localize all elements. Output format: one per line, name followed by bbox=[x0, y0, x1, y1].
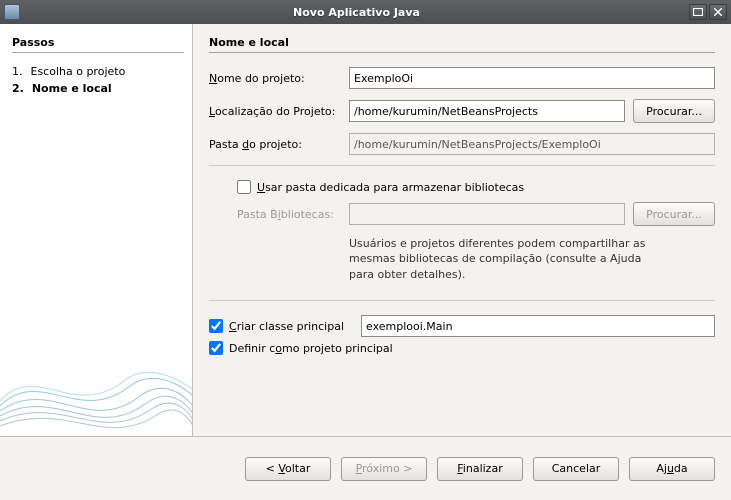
window-title: Novo Aplicativo Java bbox=[26, 6, 687, 19]
project-location-label: Localização do Projeto: bbox=[209, 105, 349, 118]
project-name-label: Nome do projeto: bbox=[209, 72, 349, 85]
close-icon bbox=[714, 8, 722, 16]
finish-button[interactable]: Finalizar bbox=[437, 457, 523, 481]
project-folder-label: Pasta do projeto: bbox=[209, 138, 349, 151]
main-panel: Nome e local Nome do projeto: Localizaçã… bbox=[193, 24, 731, 436]
step-label: Escolha o projeto bbox=[31, 65, 126, 78]
create-main-class-checkbox[interactable] bbox=[209, 319, 223, 333]
maximize-icon bbox=[693, 8, 703, 16]
lib-folder-input bbox=[349, 203, 625, 225]
project-folder-input bbox=[349, 133, 715, 155]
helper-text: Usuários e projetos diferentes podem com… bbox=[349, 236, 649, 282]
set-main-project-checkbox[interactable] bbox=[209, 341, 223, 355]
step-item: 1. Escolha o projeto bbox=[12, 63, 184, 80]
steps-heading: Passos bbox=[12, 36, 184, 49]
browse-lib-button: Procurar... bbox=[633, 202, 715, 226]
help-button[interactable]: Ajuda bbox=[629, 457, 715, 481]
step-label: Nome e local bbox=[32, 82, 112, 95]
use-dedicated-folder-checkbox[interactable] bbox=[237, 180, 251, 194]
steps-sidebar: Passos 1. Escolha o projeto 2. Nome e lo… bbox=[0, 24, 193, 436]
wave-decoration-icon bbox=[0, 316, 193, 436]
step-item: 2. Nome e local bbox=[12, 80, 184, 97]
lib-folder-label: Pasta Bibliotecas: bbox=[237, 208, 349, 221]
section-heading: Nome e local bbox=[209, 36, 715, 49]
app-icon bbox=[4, 4, 20, 20]
main-class-input[interactable] bbox=[361, 315, 715, 337]
step-number: 2. bbox=[12, 82, 24, 95]
project-location-input[interactable] bbox=[349, 100, 625, 122]
step-number: 1. bbox=[12, 65, 23, 78]
set-main-project-label: Definir como projeto principal bbox=[229, 342, 393, 355]
steps-list: 1. Escolha o projeto 2. Nome e local bbox=[12, 63, 184, 97]
project-name-input[interactable] bbox=[349, 67, 715, 89]
title-bar: Novo Aplicativo Java bbox=[0, 0, 731, 24]
next-button: Próximo > bbox=[341, 457, 427, 481]
close-button[interactable] bbox=[709, 4, 727, 20]
maximize-button[interactable] bbox=[689, 4, 707, 20]
back-button[interactable]: < Voltar bbox=[245, 457, 331, 481]
create-main-class-label: Criar classe principal bbox=[229, 320, 355, 333]
use-dedicated-folder-label: Usar pasta dedicada para armazenar bibli… bbox=[257, 181, 524, 194]
browse-location-button[interactable]: Procurar... bbox=[633, 99, 715, 123]
cancel-button[interactable]: Cancelar bbox=[533, 457, 619, 481]
dialog-footer: < Voltar Próximo > Finalizar Cancelar Aj… bbox=[0, 436, 731, 500]
